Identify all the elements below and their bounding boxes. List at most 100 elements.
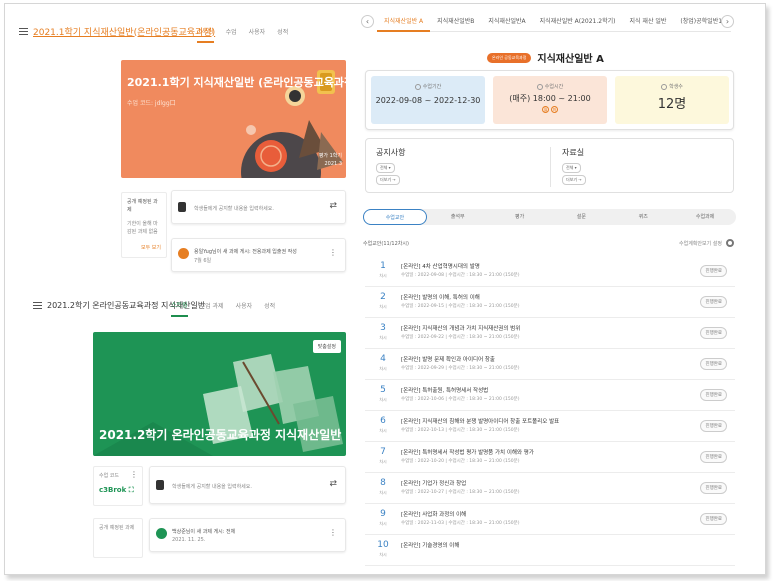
more-icon-2[interactable]: ⋮	[130, 471, 138, 479]
lesson-status-button[interactable]: 진행완료	[700, 513, 727, 525]
resource-filter[interactable]: 전체 ▾	[562, 163, 581, 173]
classroom2-tab-classwork[interactable]: 수업 과제	[200, 295, 224, 316]
lesson-row[interactable]: 2 차시 [온라인] 발명의 이해, 특허의 이해 수업일 : 2022-09-15 …	[365, 287, 735, 318]
classroom1-tab-people[interactable]: 사용자	[249, 21, 266, 42]
lesson-number: 4	[380, 354, 386, 364]
lesson-row[interactable]: 9 차시 [온라인] 사업화 과정의 이해 수업일 : 2022-11-03 | 수업…	[365, 504, 735, 535]
lesson-title[interactable]: [온라인] 기술경영의 이해	[401, 541, 459, 549]
more-icon[interactable]: ⋮	[329, 248, 337, 257]
classroom1-tab-stream[interactable]: 스트림	[197, 20, 214, 43]
lesson-row[interactable]: 6 차시 [온라인] 지식재산의 침해와 분쟁 발명아이디어 창출 포트폴리오 발표…	[365, 411, 735, 442]
notice-board: 공지사항 전체 ▾ 더보기 →	[376, 147, 405, 185]
classroom1-banner: 2021.1학기 지식재산일반 (온라인공동교육과정) 수업 코드: jdlgg…	[121, 60, 346, 178]
lesson-title[interactable]: [온라인] 특허명세서 작성법 평가 발명품 가치 이해와 평가	[401, 448, 534, 456]
course-tab-3[interactable]: 지식재산일반A	[481, 12, 532, 32]
stream-post[interactable]: 용일Yug님이 새 과제 게시: 전용과제 입출권 작성 7월 6일 ⋮	[171, 238, 346, 272]
gear-icon[interactable]	[726, 239, 734, 247]
tab-survey[interactable]: 설문	[550, 209, 612, 225]
tab-attendance[interactable]: 출석부	[427, 209, 489, 225]
lesson-title[interactable]: [온라인] 발명 문제 확인과 아이디어 창출	[401, 355, 495, 363]
lesson-unit: 차시	[379, 428, 387, 433]
lesson-title[interactable]: [온라인] 지식재산의 침해와 분쟁 발명아이디어 창출 포트폴리오 발표	[401, 417, 559, 425]
lesson-title[interactable]: [온라인] 지식재산의 개념과 가치 지식재산권의 범위	[401, 324, 520, 332]
course-badge: 온라인 공동교육과정	[487, 52, 532, 63]
lesson-schedule: 수업일 : 2022-11-03 | 수업시간 : 18:30 ~ 21:00 …	[401, 521, 520, 526]
lesson-unit: 차시	[379, 273, 387, 278]
course-tab-4[interactable]: 지식재산일반 A(2021.2학기)	[533, 12, 623, 32]
repost-icon[interactable]: ⇄	[329, 201, 337, 211]
lesson-number: 10	[377, 540, 389, 550]
menu-icon-2[interactable]	[33, 301, 42, 309]
lesson-status-button[interactable]: 진행완료	[700, 265, 727, 277]
tab-quiz[interactable]: 퀴즈	[612, 209, 674, 225]
resource-more[interactable]: 더보기 →	[562, 175, 586, 185]
lesson-title[interactable]: [온라인] 발명의 이해, 특허의 이해	[401, 293, 480, 301]
lesson-row[interactable]: 3 차시 [온라인] 지식재산의 개념과 가치 지식재산권의 범위 수업일 : 202…	[365, 318, 735, 349]
lesson-status-button[interactable]: 진행완료	[700, 296, 727, 308]
tab-evaluation[interactable]: 평가	[489, 209, 551, 225]
view-all-link[interactable]: 모두 보기	[127, 244, 161, 252]
lesson-number: 7	[380, 447, 386, 457]
course-tab-2[interactable]: 지식재산일반B	[430, 12, 481, 32]
lesson-status-button[interactable]: 진행완료	[700, 420, 727, 432]
repost-icon-2[interactable]: ⇄	[329, 479, 337, 489]
classroom2-tab-grades[interactable]: 성적	[264, 295, 275, 316]
lesson-row[interactable]: 7 차시 [온라인] 특허명세서 작성법 평가 발명품 가치 이해와 평가 수업일 :…	[365, 442, 735, 473]
menu-icon[interactable]	[19, 27, 28, 35]
lesson-title[interactable]: [온라인] 사업화 과정의 이해	[401, 510, 466, 518]
lesson-status-button[interactable]: 진행완료	[700, 482, 727, 494]
lesson-status-button[interactable]: 진행완료	[700, 389, 727, 401]
more-icon-3[interactable]: ⋮	[329, 528, 337, 537]
lesson-schedule: 수업일 : 2022-10-20 | 수업시간 : 18:30 ~ 21:00 …	[401, 459, 520, 464]
notice-title: 공지사항	[376, 148, 406, 157]
notice-filter[interactable]: 전체 ▾	[376, 163, 395, 173]
classroom1-title[interactable]: 2021.1학기 지식재산일반(온라인공동교육과정)	[33, 25, 215, 38]
lesson-unit: 차시	[379, 304, 387, 309]
classroom1-tab-grades[interactable]: 성적	[277, 21, 288, 42]
upcoming-text: 기한이 올해 마감된 과제 없음	[127, 221, 158, 235]
stream-post-2[interactable]: 백상준님이 새 과제 게시: 전체 2021. 11. 25. ⋮	[149, 518, 346, 552]
customize-button[interactable]: 맞춤설정	[312, 340, 341, 353]
period-label: 수업기간	[422, 84, 442, 90]
tabs-prev-arrow[interactable]: ‹	[361, 15, 374, 28]
upcoming-title: 공개 예정된 과제	[127, 199, 158, 213]
lesson-schedule: 수업일 : 2022-10-13 | 수업시간 : 18:30 ~ 21:00 …	[401, 428, 520, 433]
classroom1-tab-classwork[interactable]: 수업	[226, 21, 237, 42]
lesson-number: 3	[380, 323, 386, 333]
lesson-count: 수업교안(11/12차시)	[363, 241, 409, 247]
clock-icon	[536, 83, 543, 90]
post-date-2: 2021. 11. 25.	[172, 537, 206, 543]
course-tab-1[interactable]: 지식재산일반 A	[377, 12, 431, 32]
avatar	[178, 202, 186, 212]
notice-more[interactable]: 더보기 →	[376, 175, 400, 185]
lesson-status-button[interactable]: 진행완료	[700, 327, 727, 339]
lesson-row[interactable]: 5 차시 [온라인] 특허출원, 특허명세서 작성법 수업일 : 2022-10-06…	[365, 380, 735, 411]
lesson-row[interactable]: 4 차시 [온라인] 발명 문제 확인과 아이디어 창출 수업일 : 2022-09-…	[365, 349, 735, 380]
announce-box[interactable]: 학생들에게 공지할 내용을 입력하세요. ⇄	[171, 190, 346, 224]
course-tab-5[interactable]: 지식 재산 일반	[622, 12, 673, 32]
tab-lesson-plan[interactable]: 수업교안	[363, 209, 427, 225]
calendar-icon	[414, 83, 421, 90]
plan-setting-link[interactable]: 수업계획안보기 설정	[679, 240, 722, 247]
lesson-status-button[interactable]: 진행완료	[700, 358, 727, 370]
list-meta: 수업교안(11/12차시) 수업계획안보기 설정	[363, 239, 736, 250]
lesson-number: 5	[380, 385, 386, 395]
announce-box-2[interactable]: 학생들에게 공지할 내용을 입력하세요. ⇄	[149, 466, 346, 504]
classroom2-tab-stream[interactable]: 스트림	[171, 294, 188, 317]
lesson-status-button[interactable]: 진행완료	[700, 451, 727, 463]
students-panel: 학생수 12명	[615, 76, 729, 124]
lesson-title[interactable]: [온라인] 기업가 정신과 창업	[401, 479, 466, 487]
tabs-next-arrow[interactable]: ›	[721, 15, 734, 28]
tab-assignment[interactable]: 수업과제	[674, 209, 736, 225]
banner2-title: 2021.2학기 온라인공동교육과정 지식재산일반	[99, 428, 342, 442]
lesson-row[interactable]: 1 차시 [온라인] 4차 산업혁명시대의 발명 수업일 : 2022-09-08 |…	[365, 256, 735, 287]
classroom2-tab-people[interactable]: 사용자	[236, 295, 253, 316]
class-code-value[interactable]: c3Brok ⛶	[99, 486, 137, 494]
lesson-row[interactable]: 10 차시 [온라인] 기술경영의 이해	[365, 535, 735, 566]
lesson-title[interactable]: [온라인] 4차 산업혁명시대의 발명	[401, 262, 480, 270]
lesson-unit: 차시	[379, 490, 387, 495]
lesson-row[interactable]: 8 차시 [온라인] 기업가 정신과 창업 수업일 : 2022-10-27 | 수업…	[365, 473, 735, 504]
resource-title: 자료실	[562, 148, 585, 157]
period-panel: 수업기간 2022-09-08 ~ 2022-12-30	[371, 76, 485, 124]
lesson-title[interactable]: [온라인] 특허출원, 특허명세서 작성법	[401, 386, 488, 394]
